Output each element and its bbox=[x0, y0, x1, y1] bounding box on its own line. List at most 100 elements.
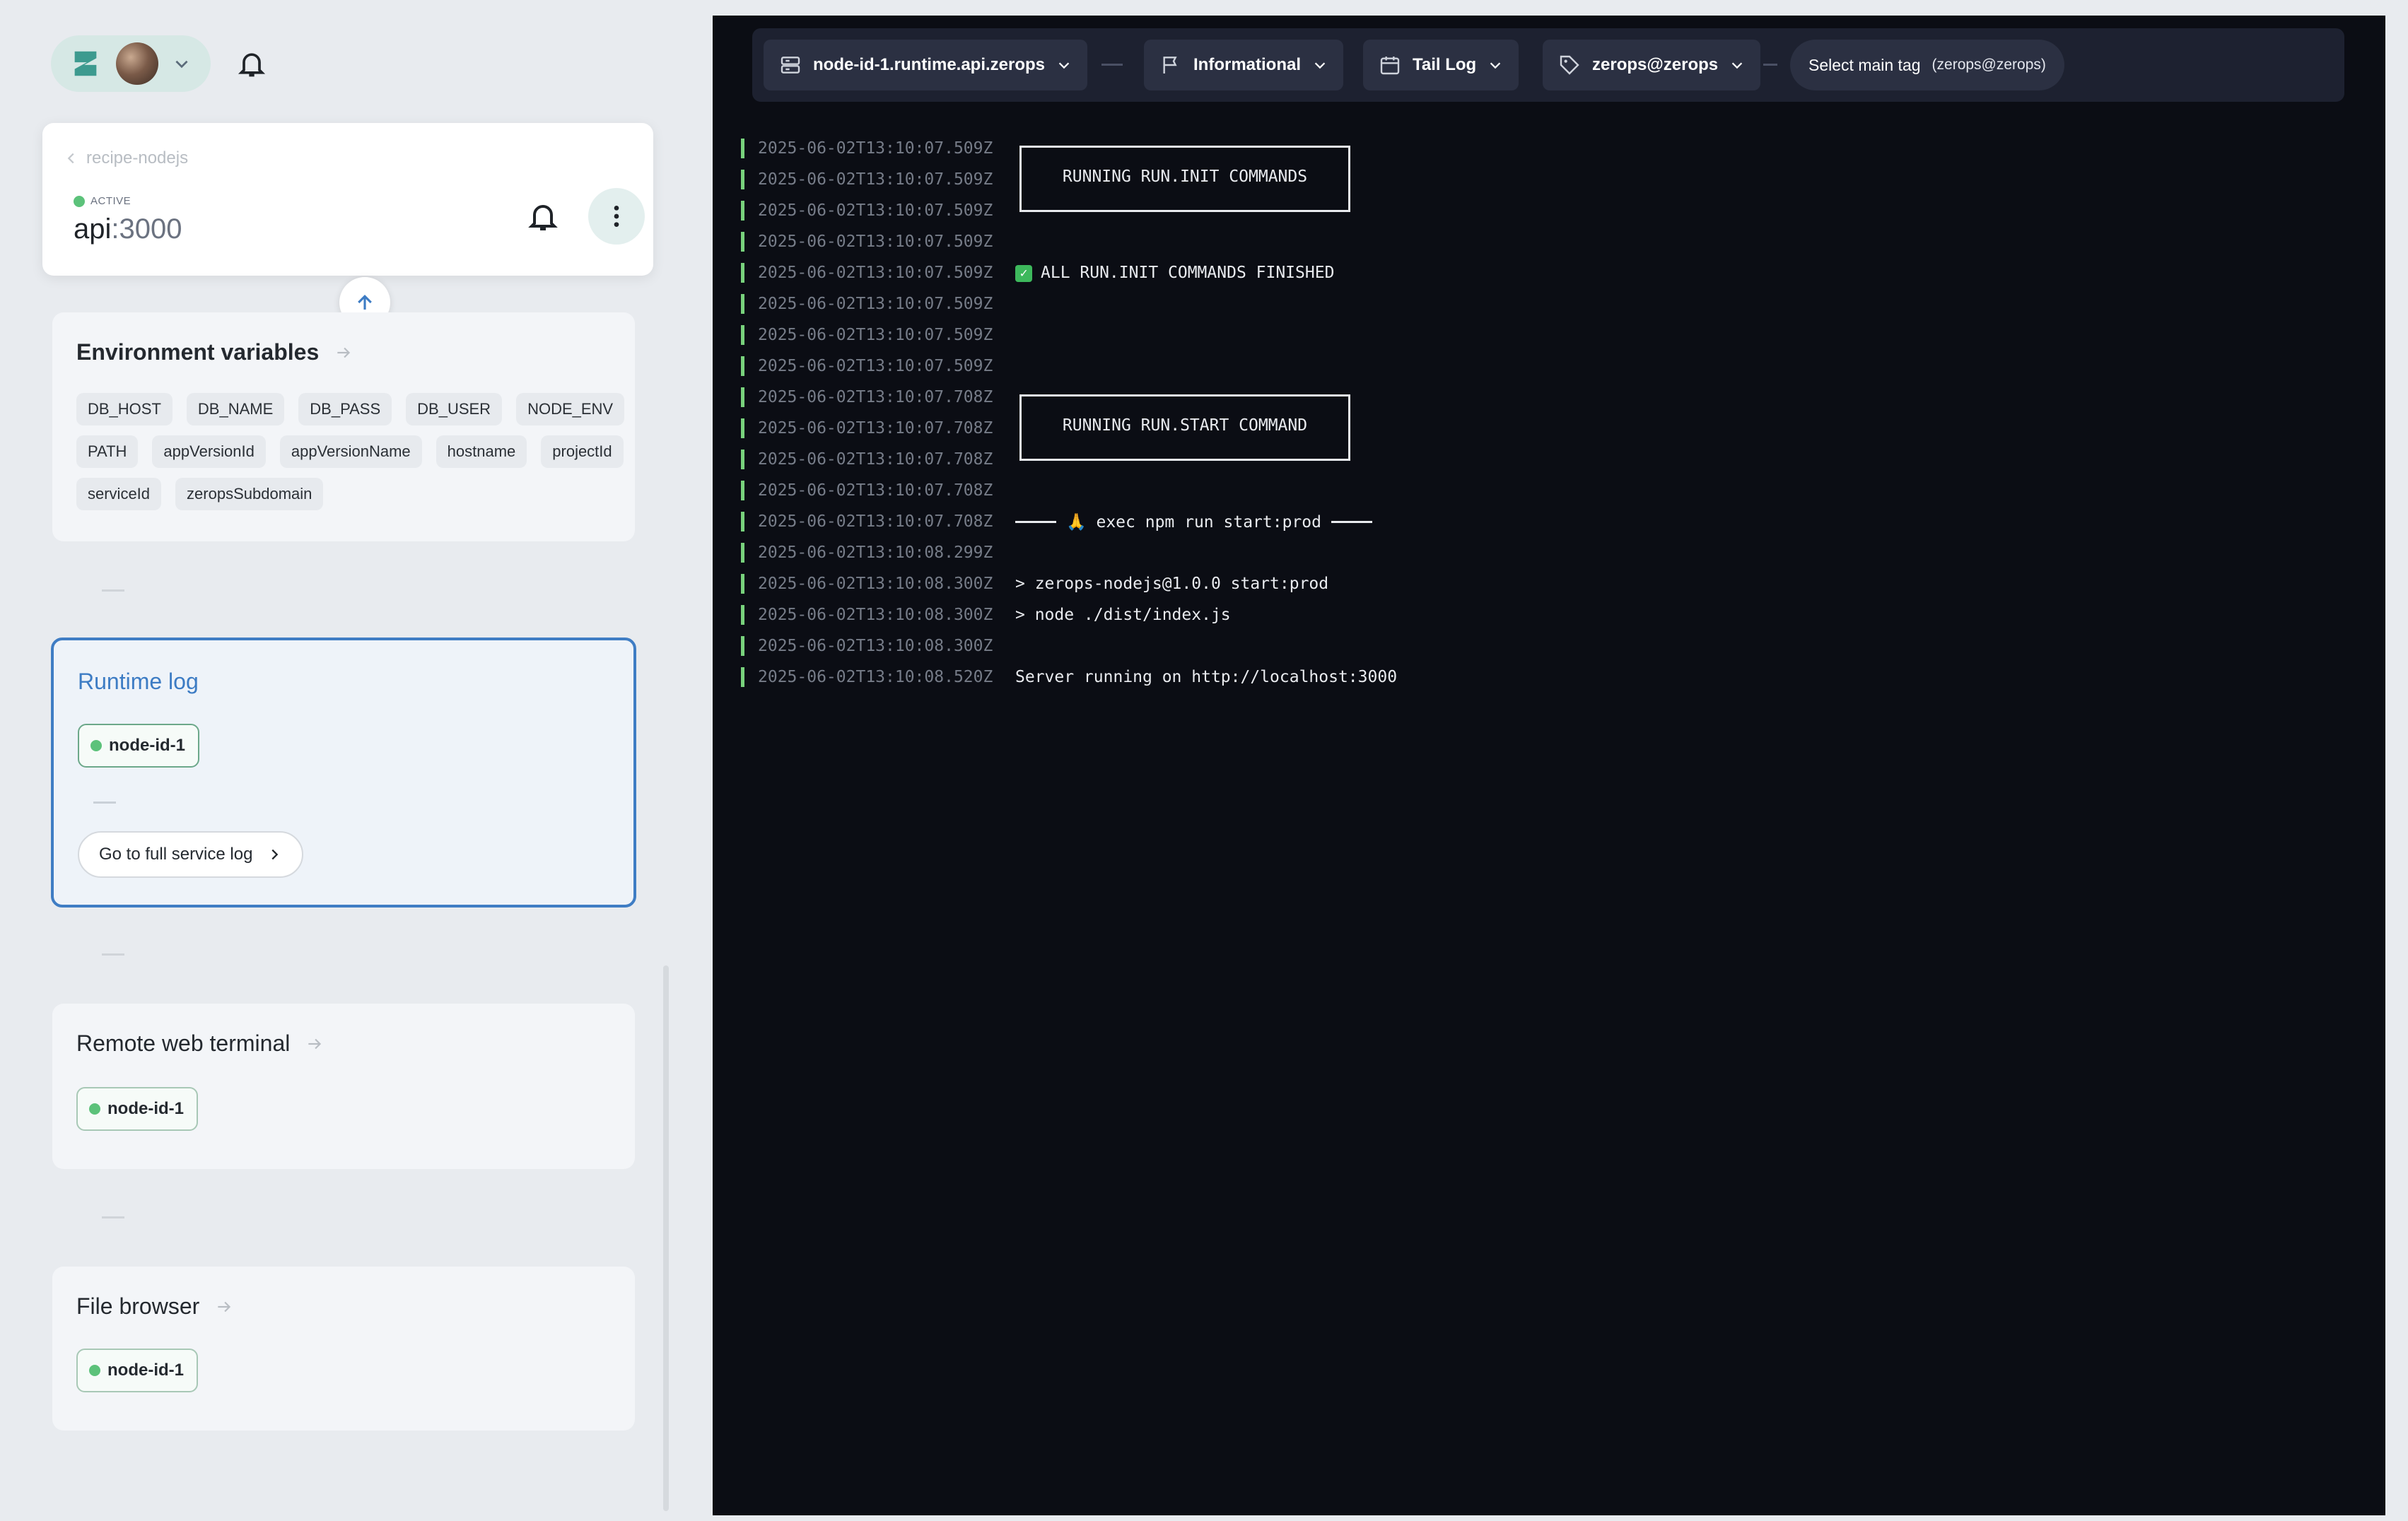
status-label: ACTIVE bbox=[90, 195, 131, 207]
log-timestamp: 2025-06-02T13:10:07.509Z bbox=[758, 264, 993, 282]
log-line: 2025-06-02T13:10:07.708Z bbox=[741, 475, 1397, 506]
full-service-log-button[interactable]: Go to full service log bbox=[78, 831, 304, 878]
severity-select-label: Informational bbox=[1193, 55, 1302, 74]
node-pill[interactable]: node-id-1 bbox=[78, 724, 199, 768]
env-variables-title[interactable]: Environment variables bbox=[76, 339, 353, 365]
log-line: 2025-06-02T13:10:07.509Z bbox=[741, 226, 1397, 257]
service-name: api bbox=[74, 213, 112, 245]
log-line: 2025-06-02T13:10:07.708Z bbox=[741, 444, 1397, 475]
env-chip[interactable]: appVersionId bbox=[152, 435, 266, 468]
chevron-right-icon bbox=[271, 849, 279, 860]
kebab-menu-icon bbox=[614, 206, 619, 227]
env-chip[interactable]: projectId bbox=[541, 435, 624, 468]
log-line: 2025-06-02T13:10:08.300Z > node ./dist/in… bbox=[741, 599, 1397, 630]
remote-terminal-label: Remote web terminal bbox=[76, 1030, 291, 1056]
rule-right bbox=[1331, 520, 1372, 523]
env-variables-label: Environment variables bbox=[76, 339, 320, 365]
env-chip[interactable]: serviceId bbox=[76, 478, 162, 510]
env-chip[interactable]: zeropsSubdomain bbox=[175, 478, 324, 510]
node-pill[interactable]: node-id-1 bbox=[76, 1087, 198, 1131]
log-level-bar bbox=[741, 605, 744, 625]
divider bbox=[93, 801, 116, 804]
tag-select-label: zerops@zerops bbox=[1592, 55, 1719, 74]
notifications-bell-icon[interactable] bbox=[236, 48, 267, 79]
log-timestamp: 2025-06-02T13:10:08.520Z bbox=[758, 668, 993, 686]
service-card: recipe-nodejs ACTIVE api:3000 bbox=[42, 123, 653, 276]
log-level-bar bbox=[741, 356, 744, 376]
log-message: ALL RUN.INIT COMMANDS FINISHED bbox=[1041, 264, 1335, 282]
log-message-exec: 🙏 exec npm run start:prod bbox=[1015, 512, 1372, 532]
env-chip[interactable]: PATH bbox=[76, 435, 139, 468]
log-level-bar bbox=[741, 170, 744, 189]
breadcrumb-label: recipe-nodejs bbox=[86, 148, 189, 168]
log-timestamp: 2025-06-02T13:10:07.509Z bbox=[758, 326, 993, 344]
container-select-label: node-id-1.runtime.api.zerops bbox=[813, 55, 1046, 74]
env-chip[interactable]: appVersionName bbox=[279, 435, 422, 468]
env-chip[interactable]: DB_USER bbox=[406, 393, 503, 425]
log-message-finished: ✓ ALL RUN.INIT COMMANDS FINISHED bbox=[1015, 264, 1334, 282]
log-timestamp: 2025-06-02T13:10:07.509Z bbox=[758, 170, 993, 189]
log-timestamp: 2025-06-02T13:10:07.708Z bbox=[758, 481, 993, 500]
env-chip[interactable]: DB_NAME bbox=[186, 393, 285, 425]
divider bbox=[1763, 64, 1777, 66]
divider bbox=[1101, 64, 1123, 66]
file-browser-title[interactable]: File browser bbox=[76, 1293, 233, 1320]
log-level-bar bbox=[741, 574, 744, 594]
log-line: 2025-06-02T13:10:07.509Z bbox=[741, 288, 1397, 319]
runtime-log-panel[interactable]: Runtime log node-id-1 Go to full service… bbox=[51, 638, 636, 908]
log-line: 2025-06-02T13:10:07.509Z bbox=[741, 133, 1397, 164]
sidebar: recipe-nodejs ACTIVE api:3000 Environmen… bbox=[0, 0, 707, 1521]
account-switcher[interactable] bbox=[51, 35, 211, 92]
node-label: node-id-1 bbox=[107, 1099, 184, 1118]
log-level-bar bbox=[741, 636, 744, 656]
env-variable-list: DB_HOST DB_NAME DB_PASS DB_USER NODE_ENV… bbox=[76, 393, 628, 510]
log-viewer: node-id-1.runtime.api.zerops Information… bbox=[713, 16, 2385, 1515]
main-tag-select[interactable]: Select main tag (zerops@zerops) bbox=[1790, 40, 2064, 90]
node-pill[interactable]: node-id-1 bbox=[76, 1349, 198, 1392]
service-bell-icon[interactable] bbox=[526, 199, 560, 233]
log-message: > zerops-nodejs@1.0.0 start:prod bbox=[1015, 575, 1329, 593]
log-line: 2025-06-02T13:10:07.708Z bbox=[741, 413, 1397, 444]
log-timestamp: 2025-06-02T13:10:08.300Z bbox=[758, 637, 993, 655]
breadcrumb[interactable]: recipe-nodejs bbox=[64, 148, 188, 168]
log-level-bar bbox=[741, 667, 744, 687]
log-level-bar bbox=[741, 387, 744, 407]
node-label: node-id-1 bbox=[107, 1361, 184, 1380]
tag-select[interactable]: zerops@zerops bbox=[1543, 40, 1761, 90]
file-browser-panel: File browser node-id-1 bbox=[52, 1267, 635, 1431]
log-line: 2025-06-02T13:10:07.509Z bbox=[741, 351, 1397, 382]
severity-select[interactable]: Informational bbox=[1144, 40, 1344, 90]
log-line: 2025-06-02T13:10:07.509Z bbox=[741, 164, 1397, 195]
log-output: 2025-06-02T13:10:07.509Z 2025-06-02T13:1… bbox=[741, 133, 1397, 693]
more-options-button[interactable] bbox=[588, 188, 645, 245]
log-timestamp: 2025-06-02T13:10:08.299Z bbox=[758, 544, 993, 562]
env-chip[interactable]: NODE_ENV bbox=[516, 393, 625, 425]
log-timestamp: 2025-06-02T13:10:08.300Z bbox=[758, 606, 993, 624]
top-bar bbox=[51, 35, 267, 92]
divider bbox=[102, 589, 124, 592]
file-browser-label: File browser bbox=[76, 1293, 200, 1319]
log-message: 🙏 exec npm run start:prod bbox=[1066, 512, 1321, 532]
log-line: 2025-06-02T13:10:08.520Z Server running o… bbox=[741, 662, 1397, 693]
log-line: 2025-06-02T13:10:07.509Z ✓ ALL RUN.INIT CO… bbox=[741, 257, 1397, 288]
log-level-bar bbox=[741, 294, 744, 314]
arrow-right-icon bbox=[218, 1301, 231, 1312]
node-status-dot bbox=[89, 1365, 100, 1376]
sidebar-scrollbar[interactable] bbox=[663, 965, 669, 1511]
service-port: :3000 bbox=[111, 213, 182, 245]
log-message: Server running on http://localhost:3000 bbox=[1015, 668, 1398, 686]
env-chip[interactable]: hostname bbox=[436, 435, 527, 468]
log-level-bar bbox=[741, 201, 744, 221]
log-timestamp: 2025-06-02T13:10:07.509Z bbox=[758, 295, 993, 313]
server-icon bbox=[781, 57, 800, 74]
log-mode-select[interactable]: Tail Log bbox=[1363, 40, 1519, 90]
env-variables-panel: Environment variables DB_HOST DB_NAME DB… bbox=[52, 312, 635, 541]
env-chip[interactable]: DB_HOST bbox=[76, 393, 173, 425]
node-status-dot bbox=[90, 740, 102, 751]
log-level-bar bbox=[741, 481, 744, 500]
container-select[interactable]: node-id-1.runtime.api.zerops bbox=[764, 40, 1088, 90]
log-level-bar bbox=[741, 232, 744, 252]
remote-terminal-title[interactable]: Remote web terminal bbox=[76, 1030, 324, 1057]
service-title: api:3000 bbox=[74, 213, 182, 245]
env-chip[interactable]: DB_PASS bbox=[298, 393, 392, 425]
